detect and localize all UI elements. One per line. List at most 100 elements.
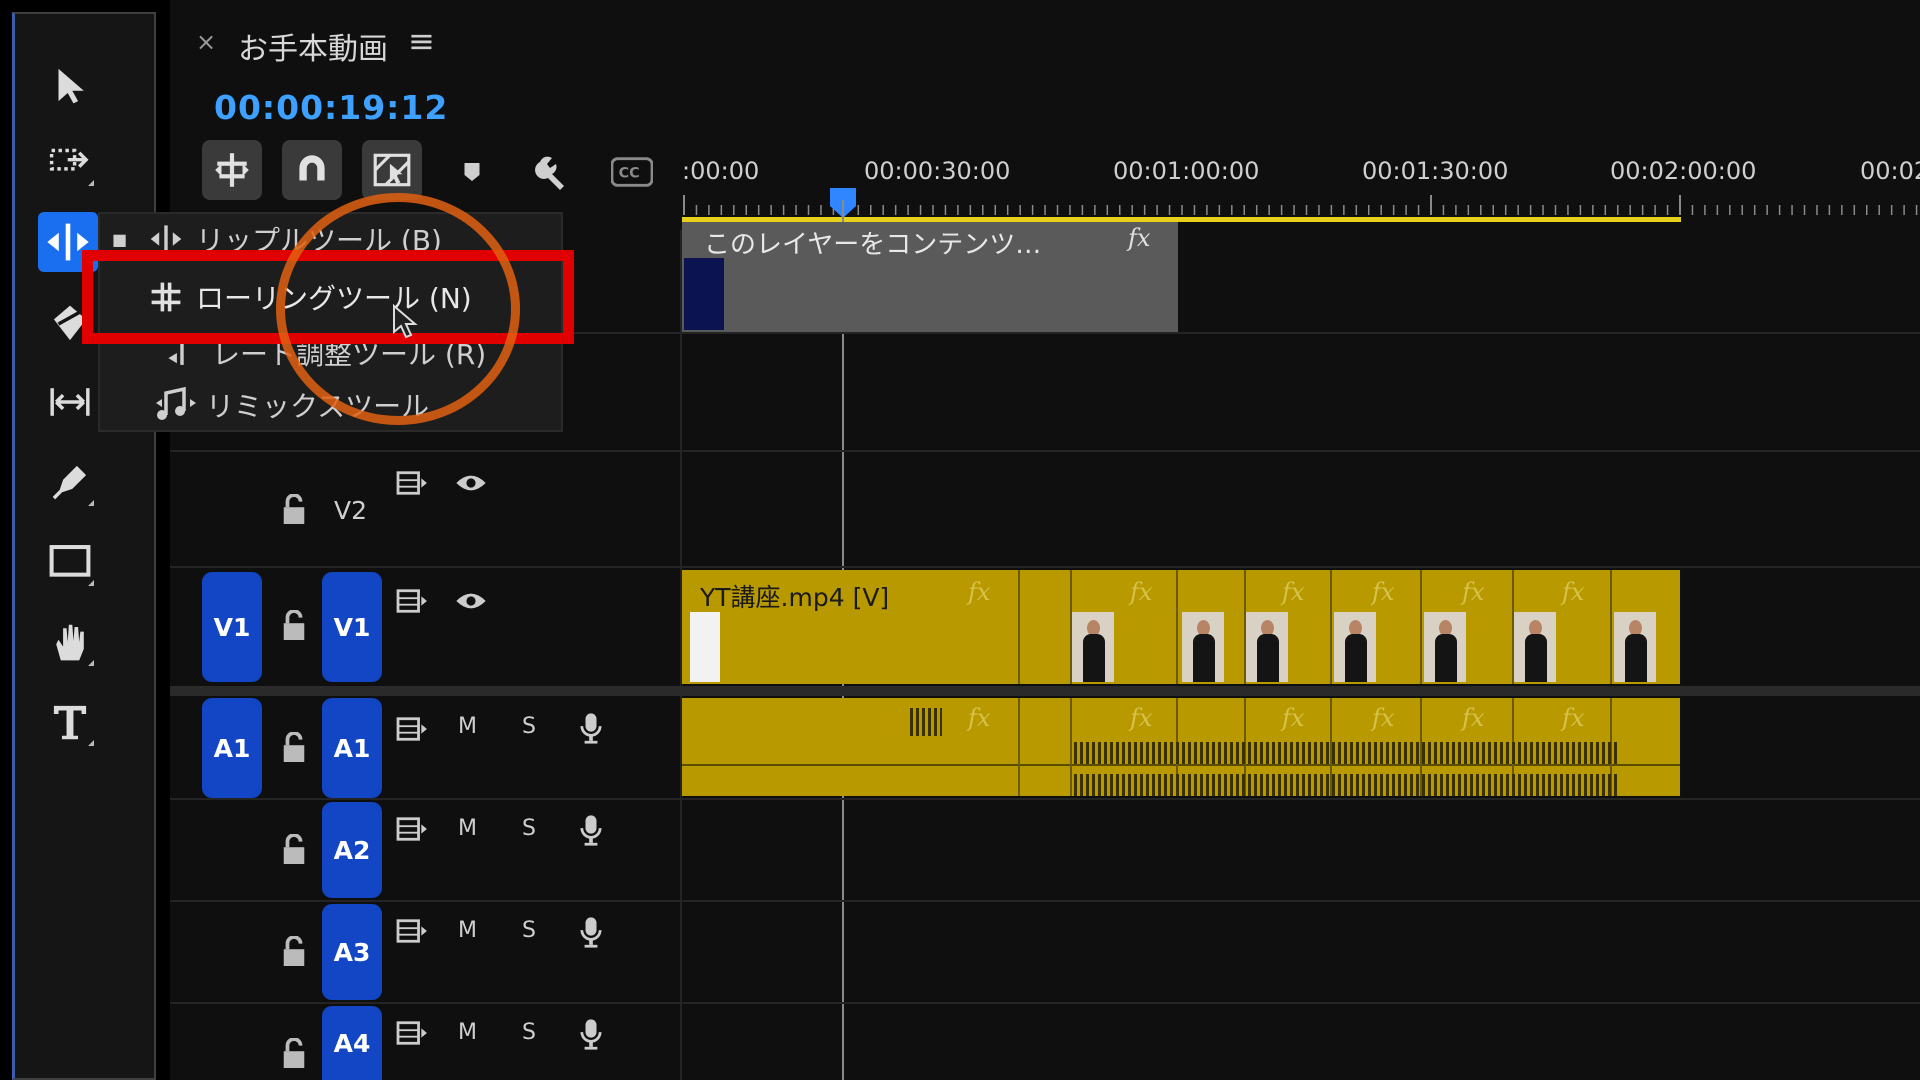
fx-badge[interactable]: fx — [1562, 704, 1584, 732]
fx-badge[interactable]: fx — [1130, 704, 1152, 732]
captions-button[interactable]: CC — [610, 150, 654, 194]
toggle-output-eye-icon[interactable] — [452, 586, 490, 616]
nest-sequence-button[interactable] — [202, 140, 262, 200]
fx-badge[interactable]: fx — [968, 704, 990, 732]
track-target-a3[interactable]: A3 — [322, 904, 382, 1000]
marker-icon — [464, 163, 480, 181]
fx-badge[interactable]: fx — [1372, 578, 1394, 606]
track-target-a4[interactable]: A4 — [322, 1006, 382, 1080]
linked-selection-button[interactable] — [362, 140, 422, 200]
fx-badge[interactable]: fx — [1282, 578, 1304, 606]
ruler-label: 00:02 — [1860, 157, 1920, 185]
clip-thumbnail — [1614, 612, 1656, 682]
track-divider — [170, 450, 1920, 452]
track-label-v2[interactable]: V2 — [334, 496, 367, 525]
edit-point[interactable] — [1018, 698, 1020, 796]
voiceover-mic-icon[interactable] — [576, 1014, 606, 1054]
solo-button[interactable]: S — [522, 816, 536, 841]
lock-track-icon[interactable] — [276, 1034, 312, 1074]
fx-badge[interactable]: fx — [1128, 224, 1150, 252]
fx-badge[interactable]: fx — [1282, 704, 1304, 732]
lock-track-icon[interactable] — [276, 728, 312, 768]
sync-lock-icon[interactable] — [392, 712, 432, 746]
mute-button[interactable]: M — [458, 714, 477, 739]
hand-tool[interactable] — [40, 612, 100, 672]
edit-point[interactable] — [1610, 570, 1612, 684]
time-ruler[interactable] — [682, 195, 1920, 225]
video-audio-divider[interactable] — [170, 686, 1920, 696]
track-select-tool[interactable] — [40, 132, 100, 192]
lock-track-icon[interactable] — [276, 490, 312, 530]
mute-button[interactable]: M — [458, 1020, 477, 1045]
toggle-output-eye-icon[interactable] — [452, 468, 490, 498]
clip-thumbnail — [1072, 612, 1114, 682]
solo-button[interactable]: S — [522, 1020, 536, 1045]
slip-tool[interactable] — [40, 372, 100, 432]
track-select-icon — [49, 148, 89, 171]
clip-thumbnail — [1334, 612, 1376, 682]
sync-lock-icon[interactable] — [392, 914, 432, 948]
edit-point[interactable] — [1176, 570, 1178, 684]
panel-menu-icon[interactable]: ≡ — [408, 22, 435, 60]
fx-badge[interactable]: fx — [1462, 578, 1484, 606]
playhead-timecode[interactable]: 00:00:19:12 — [214, 88, 448, 127]
edit-point[interactable] — [1018, 570, 1020, 684]
fx-badge[interactable]: fx — [1462, 704, 1484, 732]
track-target-a2[interactable]: A2 — [322, 802, 382, 898]
track-divider — [170, 1002, 1920, 1004]
fx-badge[interactable]: fx — [968, 578, 990, 606]
sync-lock-icon[interactable] — [392, 466, 432, 500]
mute-button[interactable]: M — [458, 918, 477, 943]
rectangle-tool[interactable] — [40, 532, 100, 592]
voiceover-mic-icon[interactable] — [576, 912, 606, 952]
ruler-label: 00:01:00:00 — [1113, 157, 1260, 185]
ruler-label: 00:02:00:00 — [1610, 157, 1757, 185]
clip-thumbnail — [1246, 612, 1288, 682]
clip-label: このレイヤーをコンテンツ… — [704, 230, 1042, 260]
pen-tool[interactable] — [40, 452, 100, 512]
timeline-settings-button[interactable] — [530, 150, 574, 194]
track-divider — [170, 900, 1920, 902]
close-tab-icon[interactable]: × — [196, 28, 216, 56]
edit-point[interactable] — [1330, 570, 1332, 684]
lock-track-icon[interactable] — [276, 932, 312, 972]
clip-thumbnail — [690, 612, 720, 682]
snap-button[interactable] — [282, 140, 342, 200]
add-marker-button[interactable] — [450, 150, 494, 194]
ruler-label: 00:01:30:00 — [1362, 157, 1509, 185]
fx-badge[interactable]: fx — [1562, 578, 1584, 606]
track-target-a1[interactable]: A1 — [322, 698, 382, 798]
captions-icon: CC — [611, 157, 653, 187]
clip-thumbnail — [1424, 612, 1466, 682]
edit-point[interactable] — [1070, 698, 1072, 796]
sync-lock-icon[interactable] — [392, 812, 432, 846]
mute-button[interactable]: M — [458, 816, 477, 841]
fx-badge[interactable]: fx — [1372, 704, 1394, 732]
magnet-icon — [299, 155, 325, 181]
edit-point[interactable] — [1420, 570, 1422, 684]
lock-track-icon[interactable] — [276, 606, 312, 646]
sequence-tab-title[interactable]: お手本動画 — [238, 24, 388, 68]
type-tool[interactable] — [40, 692, 100, 752]
nest-icon — [215, 153, 249, 187]
waveform-icon — [910, 708, 942, 736]
clip-label: YT講座.mp4 [V] — [700, 583, 890, 612]
source-patch-v1[interactable]: V1 — [202, 572, 262, 682]
sync-lock-icon[interactable] — [392, 1016, 432, 1050]
selection-tool[interactable] — [40, 55, 100, 115]
track-target-v1[interactable]: V1 — [322, 572, 382, 682]
source-patch-a1[interactable]: A1 — [202, 698, 262, 798]
track-divider — [170, 566, 1920, 568]
fx-badge[interactable]: fx — [1130, 578, 1152, 606]
ruler-label: 00:00:30:00 — [864, 157, 1011, 185]
solo-button[interactable]: S — [522, 918, 536, 943]
voiceover-mic-icon[interactable] — [576, 810, 606, 850]
solo-button[interactable]: S — [522, 714, 536, 739]
wrench-icon — [535, 156, 564, 190]
voiceover-mic-icon[interactable] — [576, 708, 606, 748]
mouse-cursor-icon — [393, 304, 418, 339]
pen-icon — [52, 465, 87, 500]
sync-lock-icon[interactable] — [392, 584, 432, 618]
lock-track-icon[interactable] — [276, 830, 312, 870]
hand-icon — [56, 624, 84, 661]
